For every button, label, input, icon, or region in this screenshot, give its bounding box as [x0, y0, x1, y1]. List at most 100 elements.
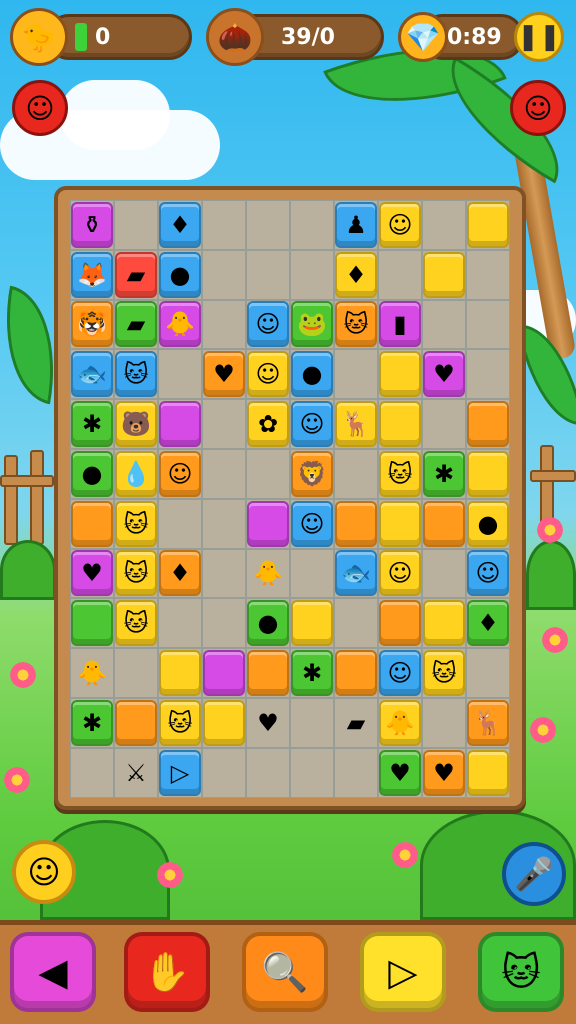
- game-tile[interactable]: [159, 650, 201, 697]
- game-tile[interactable]: 🐱: [115, 500, 157, 547]
- grid-cell[interactable]: [466, 747, 510, 798]
- grid-cell[interactable]: 🐱: [114, 598, 158, 649]
- grid-cell[interactable]: [70, 598, 114, 649]
- grid-cell[interactable]: [246, 498, 290, 549]
- grid-cell[interactable]: [202, 249, 246, 300]
- grid-cell[interactable]: 🐱: [158, 697, 202, 748]
- game-tile[interactable]: 🐱: [159, 699, 201, 746]
- grid-cell[interactable]: ☺: [466, 548, 510, 599]
- grid-cell[interactable]: ✿: [246, 399, 290, 449]
- character-right-button[interactable]: ☺: [510, 80, 566, 136]
- grid-cell[interactable]: 🐟: [334, 548, 378, 599]
- grid-cell[interactable]: [466, 648, 510, 698]
- grid-cell[interactable]: [334, 648, 378, 698]
- grid-cell[interactable]: [422, 249, 466, 300]
- grid-cell[interactable]: [378, 598, 422, 649]
- grid-cell[interactable]: ♥: [422, 747, 466, 798]
- grid-cell[interactable]: [70, 498, 114, 549]
- grid-cell[interactable]: [70, 747, 114, 798]
- game-tile[interactable]: ▷: [159, 749, 201, 796]
- game-tile[interactable]: 🐟: [71, 351, 113, 398]
- game-tile[interactable]: ☺: [379, 550, 421, 597]
- game-tile[interactable]: ♟: [335, 201, 377, 248]
- game-tile[interactable]: [335, 650, 377, 697]
- grid-cell[interactable]: ☺: [246, 299, 290, 350]
- grid-cell[interactable]: ●: [246, 598, 290, 649]
- grid-cell[interactable]: 🐱: [422, 648, 466, 698]
- grid-cell[interactable]: ☺: [378, 548, 422, 599]
- game-tile[interactable]: 🐥: [159, 301, 201, 348]
- grid-cell[interactable]: [422, 548, 466, 599]
- game-tile[interactable]: 🐯: [71, 301, 113, 348]
- grid-cell[interactable]: ♦: [334, 249, 378, 300]
- microphone-button[interactable]: 🎤: [502, 842, 566, 906]
- grid-cell[interactable]: ☺: [378, 200, 422, 250]
- game-tile[interactable]: ☺: [379, 650, 421, 697]
- game-tile[interactable]: ✱: [71, 401, 113, 448]
- grid-cell[interactable]: ♦: [158, 200, 202, 250]
- grid-cell[interactable]: 🐥: [378, 697, 422, 748]
- grid-cell[interactable]: [158, 598, 202, 649]
- grid-cell[interactable]: ⚱: [70, 200, 114, 250]
- grid-cell[interactable]: [290, 200, 334, 250]
- game-tile[interactable]: ♥: [247, 700, 289, 746]
- cat-tool-button[interactable]: 🐱: [478, 932, 564, 1012]
- game-tile[interactable]: [291, 600, 333, 647]
- grid-cell[interactable]: ▷: [158, 747, 202, 798]
- game-tile[interactable]: ♥: [423, 749, 465, 796]
- game-tile[interactable]: ☺: [159, 450, 201, 497]
- grid-cell[interactable]: 🐱: [334, 299, 378, 350]
- grid-cell[interactable]: ▰: [114, 249, 158, 300]
- game-tile[interactable]: [159, 401, 201, 448]
- game-tile[interactable]: [379, 600, 421, 647]
- grid-cell[interactable]: [246, 448, 290, 499]
- grid-cell[interactable]: [378, 498, 422, 549]
- game-tile[interactable]: ✿: [247, 401, 289, 448]
- grid-cell[interactable]: [202, 299, 246, 350]
- grid-cell[interactable]: [466, 448, 510, 499]
- grid-cell[interactable]: [334, 349, 378, 400]
- grid-cell[interactable]: ●: [70, 448, 114, 499]
- grid-cell[interactable]: [422, 498, 466, 549]
- grid-cell[interactable]: [158, 498, 202, 549]
- grid-cell[interactable]: [290, 548, 334, 599]
- game-tile[interactable]: 🐱: [335, 301, 377, 348]
- grid-cell[interactable]: [114, 200, 158, 250]
- game-tile[interactable]: ●: [71, 450, 113, 497]
- game-tile[interactable]: ♥: [71, 550, 113, 597]
- game-tile[interactable]: [115, 699, 157, 746]
- grid-cell[interactable]: ●: [466, 498, 510, 549]
- game-tile[interactable]: ☺: [247, 351, 289, 398]
- grid-cell[interactable]: ☺: [290, 498, 334, 549]
- grid-cell[interactable]: [334, 598, 378, 649]
- grid-cell[interactable]: 🦊: [70, 249, 114, 300]
- grid-cell[interactable]: 🐻: [114, 399, 158, 449]
- grid-cell[interactable]: ♦: [158, 548, 202, 599]
- game-tile[interactable]: ⚱: [71, 201, 113, 248]
- grid-cell[interactable]: ✱: [290, 648, 334, 698]
- grid-cell[interactable]: [246, 200, 290, 250]
- grid-cell[interactable]: ♥: [378, 747, 422, 798]
- grid-cell[interactable]: ☺: [246, 349, 290, 400]
- grid-cell[interactable]: [202, 697, 246, 748]
- game-tile[interactable]: [379, 401, 421, 448]
- grid-cell[interactable]: 🦌: [334, 399, 378, 449]
- grid-cell[interactable]: 🐱: [114, 498, 158, 549]
- game-tile[interactable]: ♥: [379, 749, 421, 796]
- game-tile[interactable]: [203, 650, 245, 697]
- game-tile[interactable]: 🦌: [467, 699, 509, 746]
- grid-cell[interactable]: [290, 598, 334, 649]
- game-tile[interactable]: 🐥: [379, 699, 421, 746]
- game-tile[interactable]: [203, 699, 245, 746]
- grid-cell[interactable]: [202, 399, 246, 449]
- grid-cell[interactable]: [202, 200, 246, 250]
- grid-cell[interactable]: ♥: [70, 548, 114, 599]
- grid-cell[interactable]: [466, 249, 510, 300]
- game-tile[interactable]: ♦: [159, 550, 201, 597]
- grid-cell[interactable]: [202, 598, 246, 649]
- game-tile[interactable]: ●: [291, 351, 333, 398]
- glove-tool-button[interactable]: ✋: [124, 932, 210, 1012]
- grid-cell[interactable]: ♟: [334, 200, 378, 250]
- game-tile[interactable]: ▮: [379, 301, 421, 348]
- grid-cell[interactable]: [158, 648, 202, 698]
